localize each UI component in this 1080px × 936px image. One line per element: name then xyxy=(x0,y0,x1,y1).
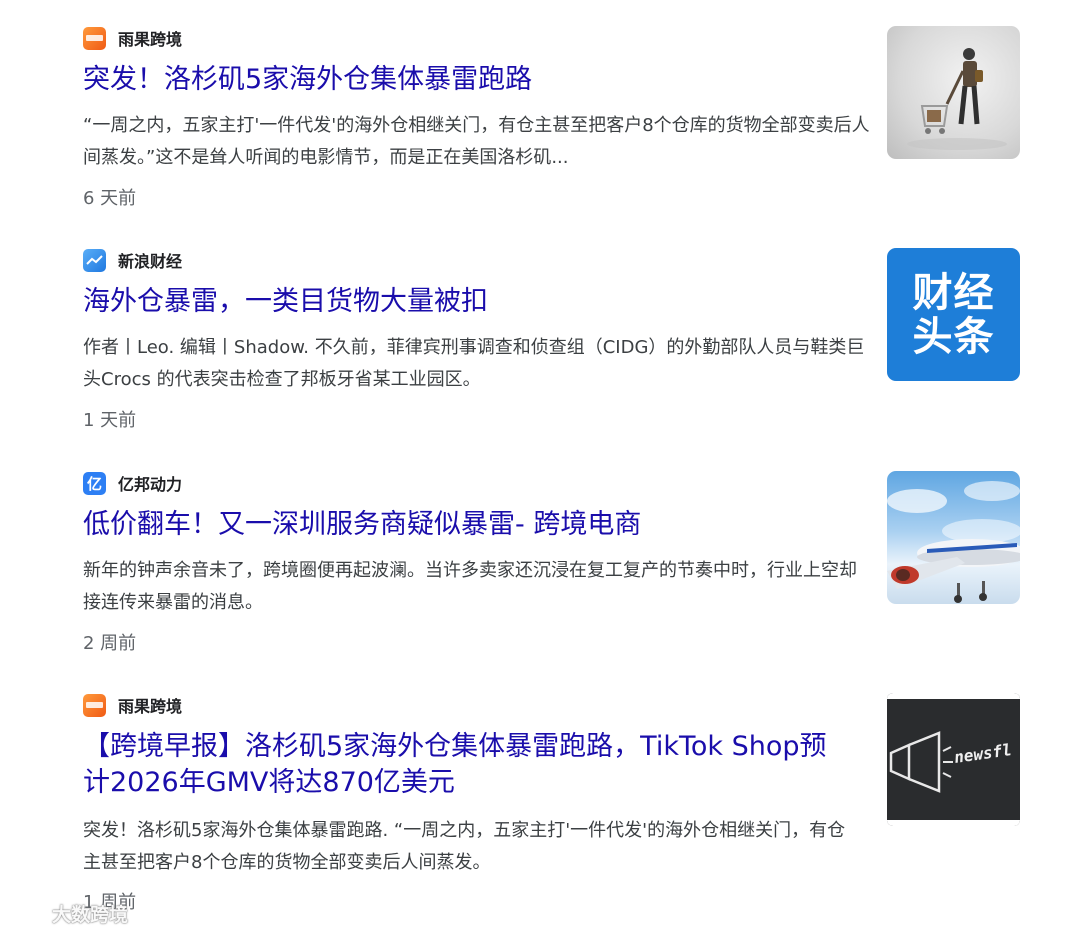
yuguo-logo-icon xyxy=(83,26,106,50)
result-source[interactable]: 雨果跨境 xyxy=(83,26,182,50)
result-snippet: “一周之内，五家主打'一件代发'的海外仓相继关门，有仓主甚至把客户8个仓库的货物… xyxy=(83,115,870,168)
sina-finance-logo-icon xyxy=(83,248,106,272)
thumbnail-text: newsfl xyxy=(953,740,1013,767)
airplane-sky-image xyxy=(887,481,1020,603)
result-time: 2 周前 xyxy=(83,633,137,654)
result-time: 1 天前 xyxy=(83,410,137,431)
thumbnail-text-line: 财经 xyxy=(912,269,995,316)
search-results-page: 雨果跨境 突发！洛杉矶5家海外仓集体暴雷跑路 “一周之内，五家主打'一件代发'的… xyxy=(0,0,1080,936)
result-snippet: 突发！洛杉矶5家海外仓集体暴雷跑路. “一周之内，五家主打'一件代发'的海外仓相… xyxy=(83,820,846,873)
result-source-name: 亿邦动力 xyxy=(118,475,183,494)
result-source[interactable]: 亿 亿邦动力 xyxy=(83,471,182,495)
megaphone-news-image: newsfl xyxy=(887,693,1020,826)
result-title-link[interactable]: 【跨境早报】洛杉矶5家海外仓集体暴雷跑路，TikTok Shop预计2026年G… xyxy=(83,729,843,801)
yibang-logo-icon: 亿 xyxy=(83,471,106,495)
result-thumbnail[interactable]: newsfl xyxy=(887,693,1020,826)
watermark: 大数跨境 xyxy=(10,900,128,927)
result-thumbnail[interactable]: 财经 头条 xyxy=(887,248,1020,381)
yuguo-logo-icon xyxy=(83,693,106,717)
watermark-logo-icon xyxy=(10,901,46,927)
result-source[interactable]: 新浪财经 xyxy=(83,248,182,272)
result-time: 6 天前 xyxy=(83,188,137,209)
thumbnail-text-line: 头条 xyxy=(912,313,995,360)
watermark-text: 大数跨境 xyxy=(52,904,129,926)
result-source[interactable]: 雨果跨境 xyxy=(83,693,182,717)
result-thumbnail[interactable] xyxy=(887,471,1020,604)
result-thumbnail[interactable] xyxy=(887,26,1020,159)
shopping-cart-figure-image xyxy=(907,48,1007,150)
result-source-name: 新浪财经 xyxy=(118,252,183,271)
result-source-name: 雨果跨境 xyxy=(118,30,183,49)
result-snippet: 作者丨Leo. 编辑丨Shadow. 不久前，菲律宾刑事调查和侦查组（CIDG）… xyxy=(83,337,865,390)
result-title-link[interactable]: 海外仓暴雷，一类目货物大量被扣 xyxy=(83,284,863,320)
result-title-link[interactable]: 突发！洛杉矶5家海外仓集体暴雷跑路 xyxy=(83,62,863,98)
result-snippet: 新年的钟声余音未了，跨境圈便再起波澜。当许多卖家还沉浸在复工复产的节奏中时，行业… xyxy=(83,560,857,613)
result-title-link[interactable]: 低价翻车！又一深圳服务商疑似暴雷- 跨境电商 xyxy=(83,507,863,543)
result-source-name: 雨果跨境 xyxy=(118,697,183,716)
